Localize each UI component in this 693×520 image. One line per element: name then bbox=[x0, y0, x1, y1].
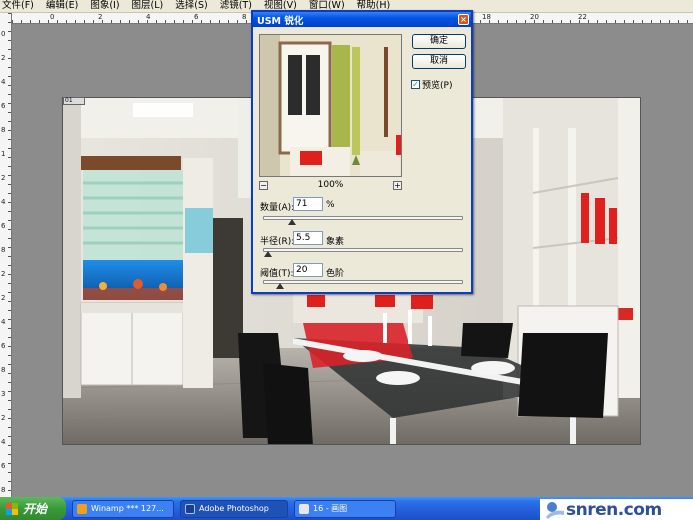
windows-logo-icon bbox=[6, 502, 18, 515]
ruler-left-label: 8 bbox=[1, 246, 6, 254]
ruler-left-label: 3 bbox=[1, 390, 6, 398]
ruler-top-label: 22 bbox=[578, 13, 587, 21]
threshold-unit: 色阶 bbox=[326, 269, 345, 279]
ruler-left-label: 6 bbox=[1, 342, 6, 350]
ruler-left-label: 2 bbox=[1, 174, 6, 182]
ok-button[interactable]: 确定 bbox=[412, 34, 466, 49]
preview-checkbox[interactable]: ✓ bbox=[411, 80, 420, 89]
close-icon[interactable]: × bbox=[458, 14, 469, 25]
threshold-slider-thumb[interactable] bbox=[275, 283, 284, 289]
amount-slider[interactable] bbox=[263, 216, 463, 225]
amount-field[interactable] bbox=[293, 197, 323, 211]
ruler-left-label: 2 bbox=[1, 270, 6, 278]
ruler-left-label: 8 bbox=[1, 126, 6, 134]
amount-unit: % bbox=[326, 200, 335, 210]
task-label: Winamp *** 127... bbox=[91, 504, 164, 513]
ruler-left-label: 8 bbox=[1, 486, 6, 494]
task-photoshop[interactable]: Adobe Photoshop bbox=[180, 499, 288, 518]
menu-layer[interactable]: 图层(L) bbox=[132, 0, 164, 12]
zoom-out-icon[interactable]: − bbox=[259, 180, 268, 190]
ruler-left-label: 8 bbox=[1, 366, 6, 374]
amount-slider-thumb[interactable] bbox=[287, 219, 296, 225]
radius-unit: 象素 bbox=[326, 237, 345, 247]
threshold-field[interactable] bbox=[293, 263, 323, 277]
ruler-left[interactable]: 0 2 4 6 8 1 2 4 6 8 2 2 4 6 8 3 2 4 6 8 bbox=[0, 13, 12, 497]
ruler-left-label: 2 bbox=[1, 54, 6, 62]
ruler-left-label: 4 bbox=[1, 318, 6, 326]
menu-filter[interactable]: 滤镜(T) bbox=[220, 0, 252, 12]
ruler-top-label: 8 bbox=[242, 13, 247, 21]
ruler-top-label: 6 bbox=[194, 13, 199, 21]
usm-sharpen-dialog: USM 锐化 × − 100% + 确定 取消 ✓ 预览(P) 数量(A): 7… bbox=[251, 10, 473, 294]
filter-preview[interactable] bbox=[259, 34, 402, 177]
radius-label: 半径(R): bbox=[260, 237, 295, 247]
ruler-left-label: 6 bbox=[1, 462, 6, 470]
preview-label: 预览(P) bbox=[422, 81, 453, 91]
start-label: 开始 bbox=[23, 502, 48, 516]
menu-select[interactable]: 选择(S) bbox=[175, 0, 207, 12]
ruler-top-label: 20 bbox=[530, 13, 539, 21]
paint-icon bbox=[299, 503, 309, 514]
ruler-left-label: 4 bbox=[1, 438, 6, 446]
winamp-icon bbox=[77, 503, 87, 514]
zoom-controls: − 100% + bbox=[259, 179, 402, 191]
site-watermark: snren.com bbox=[540, 499, 693, 520]
threshold-label: 阈值(T): bbox=[260, 269, 294, 279]
ruler-left-label: 2 bbox=[1, 414, 6, 422]
ruler-left-label: 2 bbox=[1, 294, 6, 302]
amount-label: 数量(A): bbox=[260, 203, 295, 213]
ruler-left-label: 0 bbox=[1, 30, 6, 38]
task-paint[interactable]: 16 - 画图 bbox=[294, 499, 396, 518]
start-button[interactable]: 开始 bbox=[0, 497, 66, 520]
preview-checkbox-row[interactable]: ✓ 预览(P) bbox=[411, 78, 452, 91]
ruler-top-label: 18 bbox=[482, 13, 491, 21]
ruler-left-label: 4 bbox=[1, 198, 6, 206]
menu-image[interactable]: 图象(I) bbox=[90, 0, 119, 12]
ruler-top-label: 0 bbox=[50, 13, 55, 21]
task-winamp[interactable]: Winamp *** 127... bbox=[72, 499, 174, 518]
watermark-logo-icon bbox=[546, 501, 564, 519]
photoshop-icon bbox=[185, 503, 195, 514]
menu-file[interactable]: 文件(F) bbox=[2, 0, 34, 12]
ruler-top-label: 4 bbox=[146, 13, 151, 21]
ruler-left-label: 1 bbox=[1, 150, 6, 158]
ruler-left-label: 6 bbox=[1, 222, 6, 230]
document-tab[interactable]: 01 bbox=[63, 97, 85, 105]
ruler-left-label: 4 bbox=[1, 78, 6, 86]
dialog-title: USM 锐化 bbox=[257, 15, 304, 27]
threshold-slider[interactable] bbox=[263, 280, 463, 289]
ruler-top-label: 2 bbox=[98, 13, 103, 21]
radius-slider[interactable] bbox=[263, 248, 463, 257]
task-label: Adobe Photoshop bbox=[199, 504, 269, 513]
watermark-text: snren.com bbox=[566, 499, 662, 520]
radius-field[interactable] bbox=[293, 231, 323, 245]
cancel-button[interactable]: 取消 bbox=[412, 54, 466, 69]
ruler-left-label: 6 bbox=[1, 102, 6, 110]
task-label: 16 - 画图 bbox=[313, 504, 348, 513]
menu-edit[interactable]: 编辑(E) bbox=[46, 0, 78, 12]
preview-image bbox=[260, 35, 401, 176]
zoom-level: 100% bbox=[317, 180, 344, 190]
dialog-titlebar[interactable]: USM 锐化 × bbox=[253, 12, 471, 27]
zoom-in-icon[interactable]: + bbox=[392, 180, 402, 190]
radius-slider-thumb[interactable] bbox=[263, 251, 272, 257]
